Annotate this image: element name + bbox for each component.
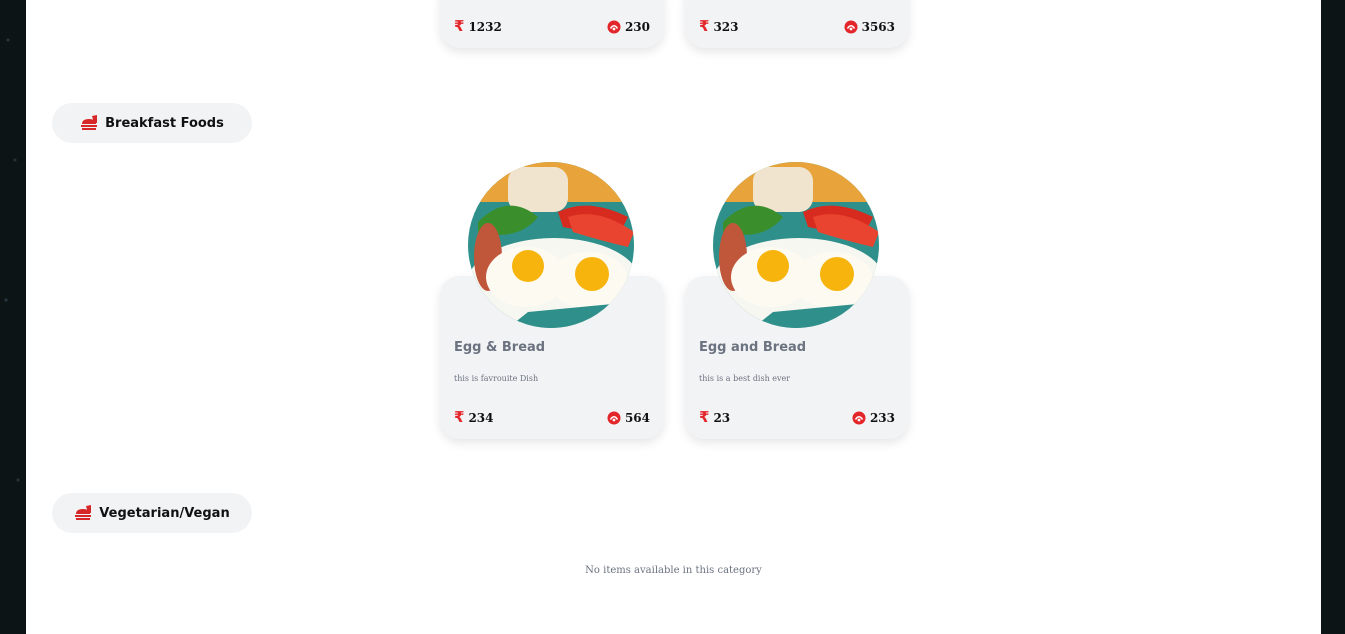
price-value: 1232 [468, 19, 502, 34]
food-tray-icon [75, 505, 92, 520]
calorie-icon [852, 411, 866, 424]
price-value: 23 [713, 410, 731, 425]
dish-description: this is favrouite Dish [454, 374, 539, 383]
dish-title: Egg & Bread [454, 340, 546, 355]
rupee-icon: ₹ [699, 408, 710, 426]
card-price-row: ₹ 1232 230 [454, 19, 650, 34]
price-value: 323 [713, 19, 739, 34]
price: ₹ 23 [699, 410, 730, 425]
category-vegetarian-vegan[interactable]: Vegetarian/Vegan [52, 493, 252, 533]
calorie-icon [844, 20, 858, 33]
empty-category-message: No items available in this category [585, 565, 762, 576]
price: ₹ 323 [699, 19, 739, 34]
card-price-row: ₹ 23 233 [699, 410, 895, 425]
menu-card[interactable]: ₹ 323 3563 [685, 0, 909, 48]
calorie-value: 3563 [861, 19, 895, 34]
category-breakfast-foods[interactable]: Breakfast Foods [52, 103, 252, 143]
card-price-row: ₹ 234 564 [454, 410, 650, 425]
calorie-icon [607, 411, 621, 424]
category-label: Vegetarian/Vegan [99, 505, 230, 521]
dish-description: this is a best dish ever [699, 374, 791, 383]
dish-image [713, 162, 879, 328]
menu-page: ₹ 1232 230 ₹ 323 3563 Breakfast Foods Eg… [26, 0, 1321, 634]
calorie-value: 233 [869, 410, 895, 425]
price: ₹ 1232 [454, 19, 502, 34]
card-price-row: ₹ 323 3563 [699, 19, 895, 34]
category-label: Breakfast Foods [105, 115, 224, 131]
rupee-icon: ₹ [699, 17, 710, 35]
calories: 233 [852, 411, 895, 425]
rupee-icon: ₹ [454, 408, 465, 426]
menu-card[interactable]: ₹ 1232 230 [440, 0, 664, 48]
calories: 564 [607, 411, 650, 425]
calories: 3563 [844, 20, 895, 34]
dish-image [468, 162, 634, 328]
food-tray-icon [81, 115, 98, 130]
price-value: 234 [468, 410, 494, 425]
calorie-icon [607, 20, 621, 33]
rupee-icon: ₹ [454, 17, 465, 35]
price: ₹ 234 [454, 410, 494, 425]
calorie-value: 564 [624, 410, 650, 425]
calorie-value: 230 [624, 19, 650, 34]
dish-title: Egg and Bread [699, 340, 807, 355]
calories: 230 [607, 20, 650, 34]
